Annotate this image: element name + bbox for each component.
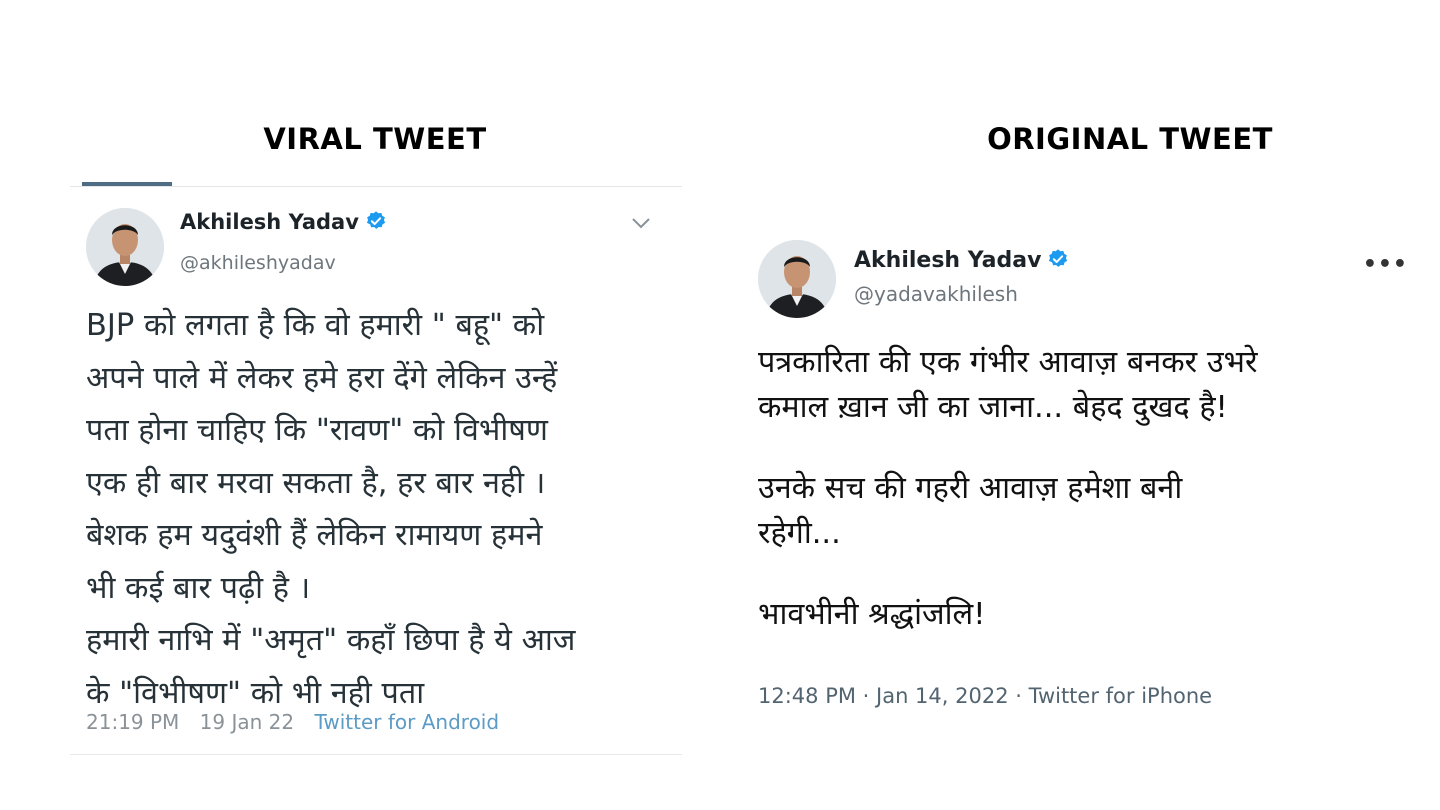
divider [70,186,682,187]
tweet-paragraph: उनके सच की गहरी आवाज़ हमेशा बनी रहेगी... [758,466,1408,556]
tweet-line: एक ही बार मरवा सकता है, हर बार नही । [86,465,546,501]
tweet-line: भावभीनी श्रद्धांजलि! [758,597,986,632]
tweet-paragraph: पत्रकारिता की एक गंभीर आवाज़ बनकर उभरे क… [758,340,1408,430]
avatar-portrait-icon [758,240,836,318]
tweet-source-link[interactable]: Twitter for Android [314,710,499,734]
author-name-text: Akhilesh Yadav [854,248,1042,273]
tweet-meta: 21:19 PM 19 Jan 22 Twitter for Android [86,710,513,734]
verified-badge-icon [1049,249,1068,267]
tweet-line: पता होना चाहिए कि "रावण" को विभीषण [86,413,548,448]
original-tweet-card: Akhilesh Yadav @yadavakhilesh ••• पत्रका… [720,182,1420,742]
tweet-paragraph: भावभीनी श्रद्धांजलि! [758,592,1408,637]
tweet-line: हमारी नाभि में "अमृत" कहाँ छिपा है ये आज [86,623,576,658]
chevron-down-icon[interactable] [630,216,652,230]
viral-tweet-heading: VIRAL TWEET [263,122,487,156]
more-horizontal-icon[interactable]: ••• [1363,252,1408,277]
avatar-portrait-icon [86,208,164,286]
verified-badge-icon [366,211,385,229]
tweet-text: पत्रकारिता की एक गंभीर आवाज़ बनकर उभरे क… [758,340,1408,673]
author-handle[interactable]: @yadavakhilesh [854,282,1018,306]
tweet-time[interactable]: 21:19 PM [86,710,179,734]
tweet-text: BJP को लगता है कि वो हमारी " बहू" को अपन… [86,300,666,720]
avatar[interactable] [758,240,836,318]
divider [70,754,682,755]
tweet-line: पत्रकारिता की एक गंभीर आवाज़ बनकर उभरे [758,345,1258,380]
tweet-line: उनके सच की गहरी आवाज़ हमेशा बनी [758,471,1183,506]
author-name[interactable]: Akhilesh Yadav [180,210,387,234]
author-name-text: Akhilesh Yadav [180,210,359,234]
tweet-line: भी कई बार पढ़ी है । [86,570,311,606]
author-name[interactable]: Akhilesh Yadav [854,248,1069,273]
tweet-date[interactable]: 19 Jan 22 [200,710,294,734]
original-tweet-heading: ORIGINAL TWEET [987,122,1273,156]
tweet-line: अपने पाले में लेकर हमे हरा देंगे लेकिन उ… [86,360,558,396]
author-handle[interactable]: @akhileshyadav [180,252,336,274]
tweet-line: कमाल ख़ान जी का जाना... बेहद दुखद है! [758,390,1228,425]
tweet-meta[interactable]: 12:48 PM · Jan 14, 2022 · Twitter for iP… [758,684,1212,708]
tweet-line: बेशक हम यदुवंशी हैं लेकिन रामायण हमने [86,518,543,553]
viral-tweet-card: Akhilesh Yadav @akhileshyadav BJP को लगत… [70,182,682,757]
tweet-line: BJP को लगता है कि वो हमारी " बहू" को [86,308,545,343]
tweet-line: रहेगी... [758,516,841,551]
avatar[interactable] [86,208,164,286]
